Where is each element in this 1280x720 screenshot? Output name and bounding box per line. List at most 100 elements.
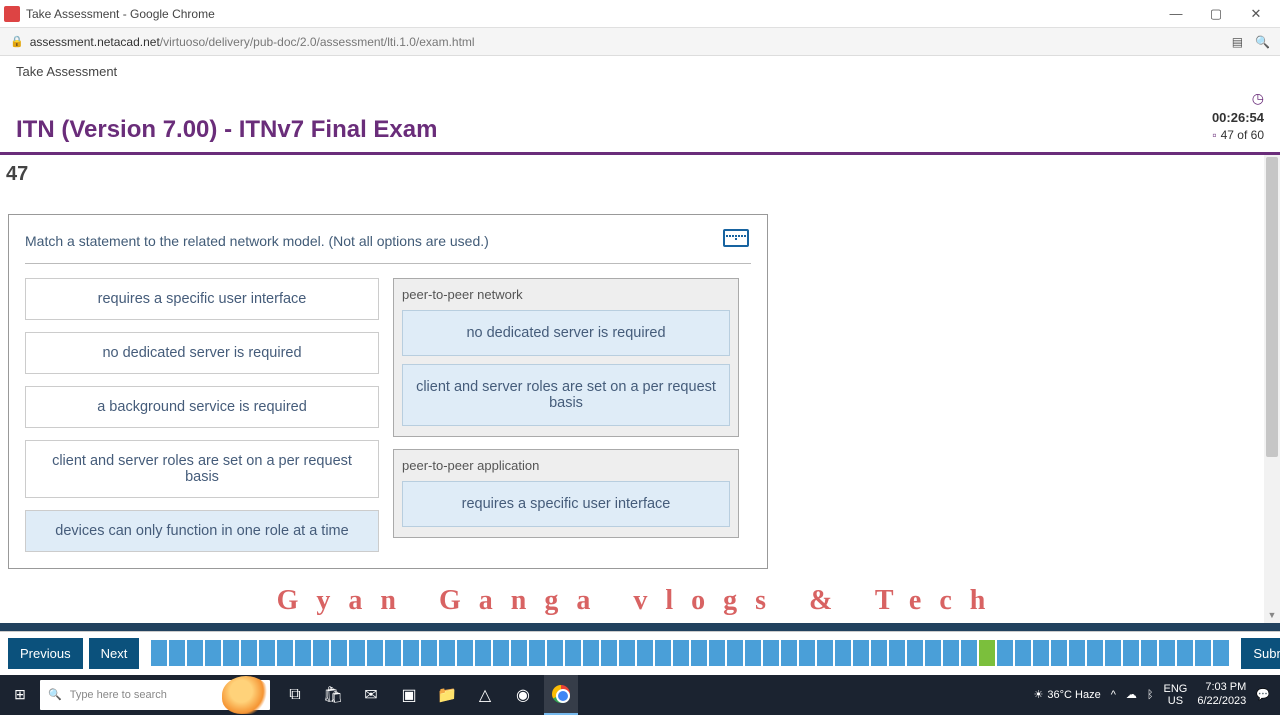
question-nav-box[interactable] [1159, 640, 1175, 666]
question-nav-box[interactable] [1087, 640, 1103, 666]
source-option-selected[interactable]: devices can only function in one role at… [25, 510, 379, 552]
next-button[interactable]: Next [89, 638, 140, 669]
question-nav-box[interactable] [1105, 640, 1121, 666]
clock-tray[interactable]: 7:03 PM 6/22/2023 [1197, 681, 1246, 707]
question-nav-box[interactable] [187, 640, 203, 666]
target-p2p-application[interactable]: peer-to-peer application requires a spec… [393, 449, 739, 538]
tray-chevron-icon[interactable]: ^ [1111, 689, 1116, 701]
translate-icon[interactable]: ▤ [1232, 35, 1243, 49]
question-nav-box[interactable] [655, 640, 671, 666]
maximize-button[interactable]: ▢ [1196, 0, 1236, 28]
question-nav-box[interactable] [403, 640, 419, 666]
question-nav-box[interactable] [673, 640, 689, 666]
question-nav-box[interactable] [241, 640, 257, 666]
start-button[interactable]: ⊞ [0, 675, 40, 715]
address-bar[interactable]: 🔒 assessment.netacad.net/virtuoso/delive… [0, 28, 1280, 56]
question-nav-box[interactable] [1177, 640, 1193, 666]
question-nav-box[interactable] [889, 640, 905, 666]
question-nav-box[interactable] [1051, 640, 1067, 666]
source-option[interactable]: requires a specific user interface [25, 278, 379, 320]
vlc-icon[interactable]: △ [468, 675, 502, 715]
question-nav-box[interactable] [259, 640, 275, 666]
mail-icon[interactable]: ✉ [354, 675, 388, 715]
question-nav-box[interactable] [1213, 640, 1229, 666]
question-nav-box[interactable] [781, 640, 797, 666]
weather-widget[interactable]: ☀ 36°C Haze [1034, 688, 1101, 701]
source-option[interactable]: client and server roles are set on a per… [25, 440, 379, 498]
question-nav-box[interactable] [727, 640, 743, 666]
source-option[interactable]: no dedicated server is required [25, 332, 379, 374]
submit-button[interactable]: Submit [1241, 638, 1280, 669]
dropped-item[interactable]: client and server roles are set on a per… [402, 364, 730, 426]
zoom-icon[interactable]: 🔍 [1255, 35, 1270, 49]
question-nav-box[interactable] [619, 640, 635, 666]
question-nav-box[interactable] [493, 640, 509, 666]
question-nav-box[interactable] [223, 640, 239, 666]
question-nav-box[interactable] [277, 640, 293, 666]
question-nav-box[interactable] [475, 640, 491, 666]
question-nav-box[interactable] [601, 640, 617, 666]
target-p2p-network[interactable]: peer-to-peer network no dedicated server… [393, 278, 739, 437]
question-nav-box[interactable] [997, 640, 1013, 666]
question-nav-box[interactable] [529, 640, 545, 666]
obs-icon[interactable]: ◉ [506, 675, 540, 715]
question-nav-box[interactable] [925, 640, 941, 666]
question-nav-box[interactable] [205, 640, 221, 666]
question-nav-box[interactable] [907, 640, 923, 666]
question-nav-box[interactable] [151, 640, 167, 666]
keyboard-icon[interactable] [723, 229, 749, 247]
question-nav-box[interactable] [439, 640, 455, 666]
question-nav-box[interactable] [1195, 640, 1211, 666]
question-nav-box[interactable] [1141, 640, 1157, 666]
previous-button[interactable]: Previous [8, 638, 83, 669]
question-nav-box[interactable] [583, 640, 599, 666]
source-option[interactable]: a background service is required [25, 386, 379, 428]
question-nav-box[interactable] [1033, 640, 1049, 666]
dropped-item[interactable]: requires a specific user interface [402, 481, 730, 527]
question-nav-box[interactable] [745, 640, 761, 666]
question-nav-box[interactable] [943, 640, 959, 666]
store-icon[interactable]: 🛍 [316, 675, 350, 715]
question-nav-box[interactable] [853, 640, 869, 666]
question-nav-box[interactable] [313, 640, 329, 666]
bluetooth-icon[interactable]: ᛒ [1147, 689, 1154, 701]
question-nav-box[interactable] [709, 640, 725, 666]
question-nav-box[interactable] [331, 640, 347, 666]
question-nav-box[interactable] [547, 640, 563, 666]
task-view-icon[interactable]: ⧉ [278, 675, 312, 715]
question-nav-box[interactable] [1069, 640, 1085, 666]
close-button[interactable]: ✕ [1236, 0, 1276, 28]
question-nav-box[interactable] [691, 640, 707, 666]
scroll-thumb[interactable] [1266, 157, 1278, 457]
question-nav-box[interactable] [871, 640, 887, 666]
taskbar-search[interactable]: 🔍 Type here to search [40, 680, 270, 710]
question-nav-box[interactable] [637, 640, 653, 666]
edge-icon[interactable]: ▣ [392, 675, 426, 715]
question-nav-box[interactable] [421, 640, 437, 666]
question-nav-box[interactable] [1123, 640, 1139, 666]
question-nav-box[interactable] [385, 640, 401, 666]
scroll-down-button[interactable]: ▼ [1264, 607, 1280, 623]
explorer-icon[interactable]: 📁 [430, 675, 464, 715]
question-nav-box[interactable] [457, 640, 473, 666]
question-nav-box[interactable] [1015, 640, 1031, 666]
question-nav-box[interactable] [367, 640, 383, 666]
question-nav-box[interactable] [979, 640, 995, 666]
vertical-scrollbar[interactable]: ▲ ▼ [1264, 155, 1280, 623]
question-nav-box[interactable] [817, 640, 833, 666]
minimize-button[interactable]: — [1156, 0, 1196, 28]
question-nav-box[interactable] [799, 640, 815, 666]
question-nav-box[interactable] [169, 640, 185, 666]
notifications-icon[interactable]: 💬 [1256, 688, 1270, 701]
question-nav-box[interactable] [295, 640, 311, 666]
lang-indicator[interactable]: ENG US [1164, 683, 1188, 707]
dropped-item[interactable]: no dedicated server is required [402, 310, 730, 356]
onedrive-icon[interactable]: ☁ [1126, 688, 1137, 701]
question-nav-box[interactable] [763, 640, 779, 666]
chrome-taskbar-icon[interactable] [544, 675, 578, 715]
question-nav-box[interactable] [565, 640, 581, 666]
question-nav-box[interactable] [349, 640, 365, 666]
question-nav-box[interactable] [835, 640, 851, 666]
question-nav-box[interactable] [511, 640, 527, 666]
question-nav-box[interactable] [961, 640, 977, 666]
